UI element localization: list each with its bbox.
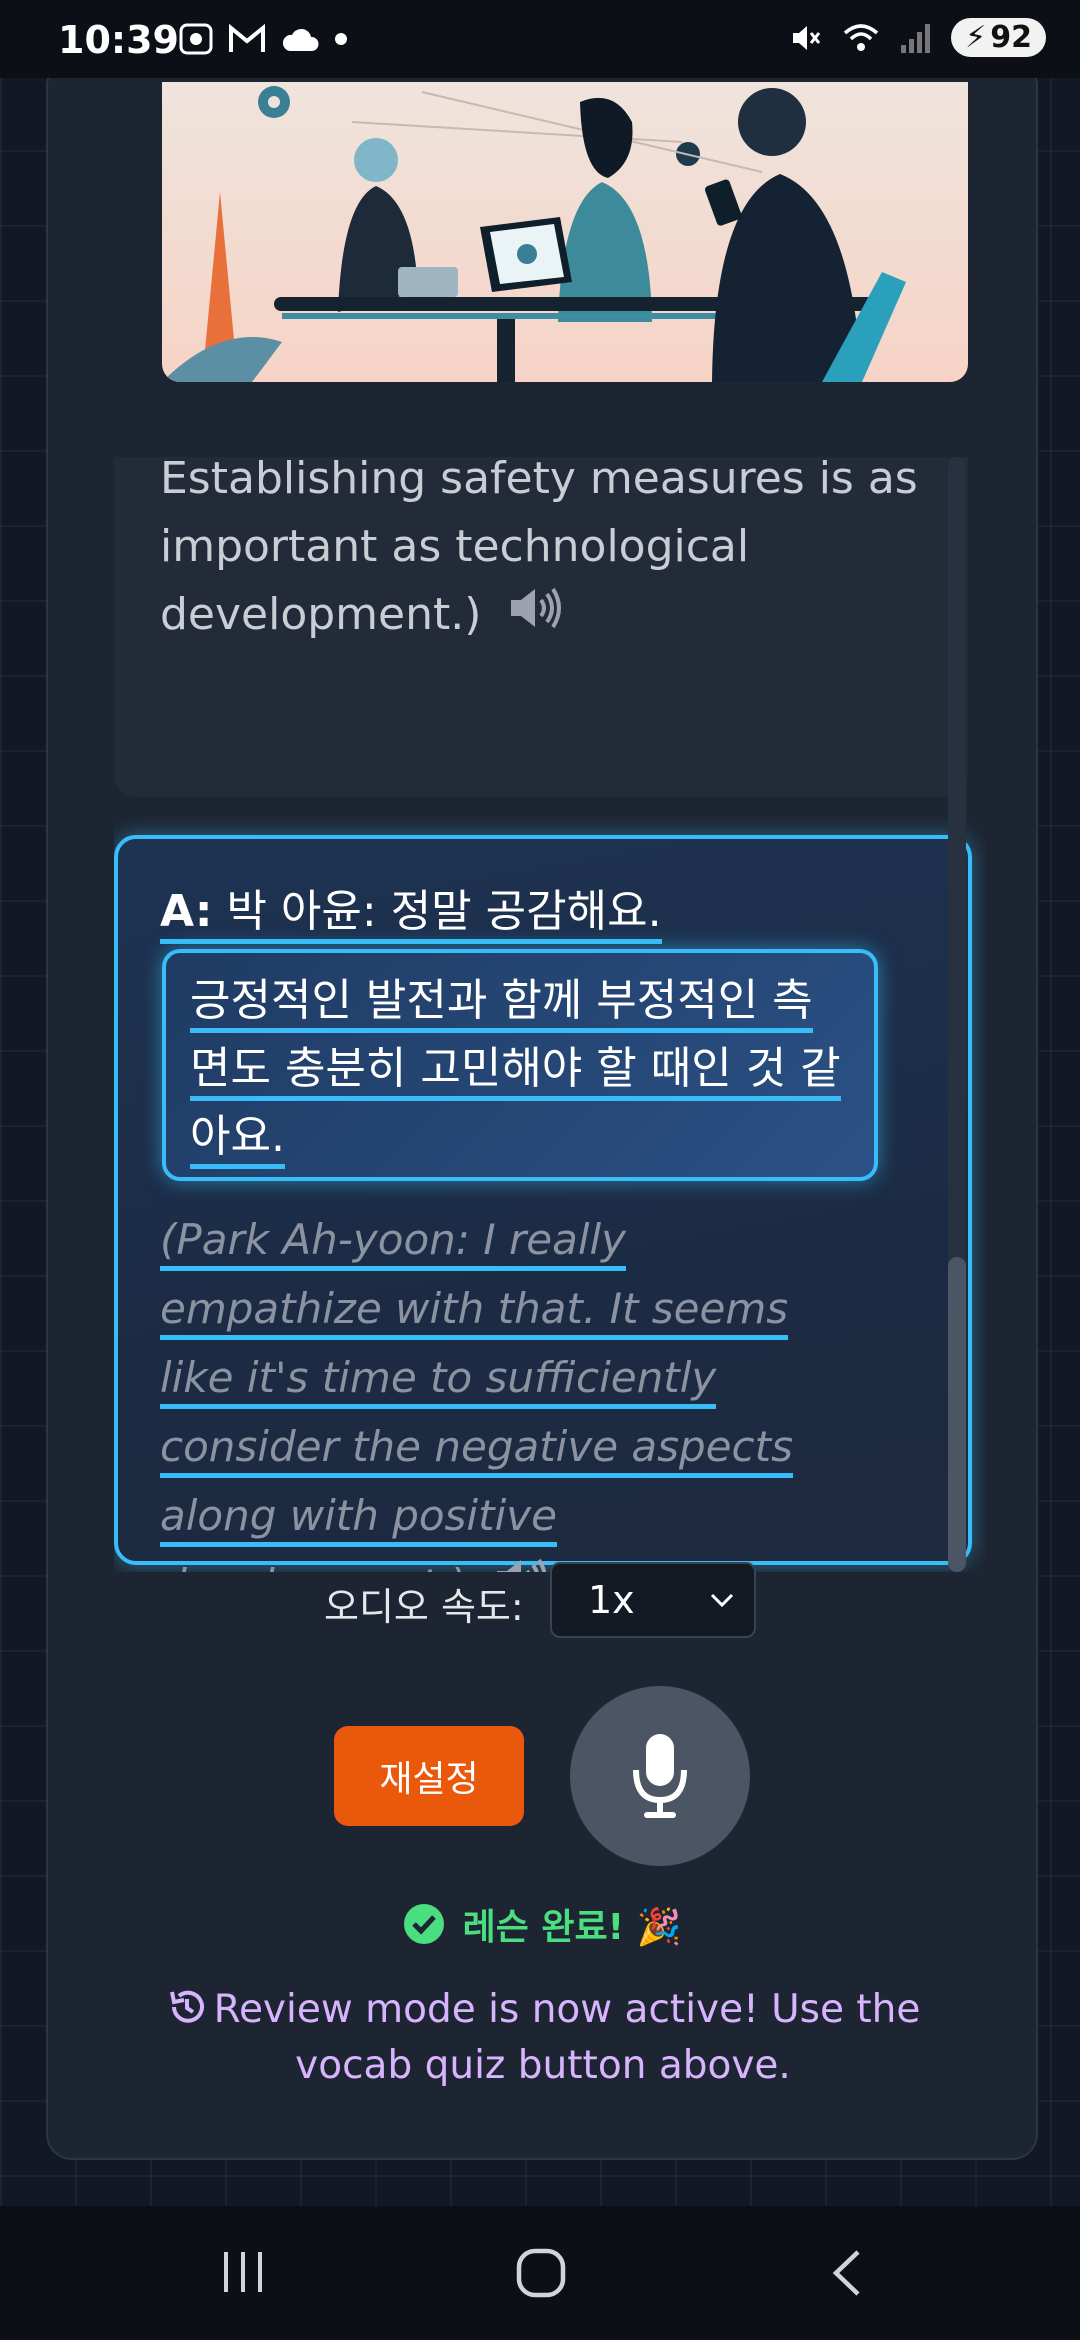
chevron-down-icon bbox=[710, 1593, 734, 1608]
speaker-prefix: A: bbox=[160, 886, 213, 937]
lesson-complete-text: 레슨 완료! 🎉 bbox=[462, 1907, 682, 1948]
wifi-icon bbox=[844, 23, 879, 51]
conversation-area[interactable]: minimize such risks seem urgent. Establi… bbox=[114, 457, 986, 1572]
battery-level: 92 bbox=[990, 20, 1032, 55]
signal-icon bbox=[901, 23, 931, 53]
gmail-icon bbox=[229, 24, 265, 52]
audio-speed-row: 오디오 속도: 1x bbox=[48, 1562, 1036, 1642]
reset-button[interactable]: 재설정 bbox=[334, 1726, 524, 1826]
active-message-bubble: A: 박 아윤: 정말 공감해요. 긍정적인 발전과 함께 부정적인 측면도 충… bbox=[114, 835, 972, 1572]
screenshot-icon bbox=[179, 23, 213, 55]
scrollbar-thumb[interactable] bbox=[948, 1257, 966, 1572]
review-mode-text: Review mode is now active! Use the vocab… bbox=[213, 1987, 921, 2088]
back-icon[interactable] bbox=[822, 2246, 872, 2300]
dot-icon bbox=[335, 33, 347, 45]
speaker-line: A: 박 아윤: 정말 공감해요. bbox=[160, 875, 662, 944]
status-time: 10:39 bbox=[58, 18, 179, 62]
mute-icon bbox=[793, 25, 821, 50]
previous-message-bubble: minimize such risks seem urgent. Establi… bbox=[114, 457, 968, 797]
status-bar: 10:39 ⚡ 92 bbox=[0, 0, 1080, 78]
microphone-button[interactable] bbox=[570, 1686, 750, 1866]
home-icon[interactable] bbox=[514, 2246, 568, 2300]
speaker-icon[interactable] bbox=[507, 583, 565, 651]
translation-text: (Park Ah-yoon: I really empathize with t… bbox=[160, 1215, 793, 1572]
cloud-icon bbox=[282, 28, 319, 51]
speaker-name[interactable]: 박 아윤: 정말 공감해요. bbox=[226, 886, 661, 937]
status-right-icons: ⚡ 92 bbox=[789, 18, 1046, 57]
audio-speed-label: 오디오 속도: bbox=[324, 1585, 524, 1629]
status-left-icons bbox=[178, 22, 348, 56]
review-mode-message: Review mode is now active! Use the vocab… bbox=[108, 1982, 978, 2094]
audio-speed-select[interactable]: 1x bbox=[550, 1562, 756, 1638]
scrollbar[interactable] bbox=[948, 457, 966, 1572]
english-translation: (Park Ah-yoon: I really empathize with t… bbox=[160, 1205, 860, 1572]
battery-icon: ⚡ 92 bbox=[951, 18, 1046, 57]
microphone-icon bbox=[633, 1734, 687, 1818]
highlighted-korean-sentence[interactable]: 긍정적인 발전과 함께 부정적인 측면도 충분히 고민해야 할 때인 것 같아요… bbox=[162, 949, 878, 1181]
lesson-complete-status: 레슨 완료! 🎉 bbox=[48, 1898, 1036, 1950]
audio-speed-value: 1x bbox=[588, 1578, 635, 1622]
previous-message-translation: minimize such risks seem urgent. Establi… bbox=[160, 457, 920, 651]
recent-apps-icon[interactable] bbox=[218, 2246, 268, 2296]
history-icon bbox=[169, 1990, 204, 2023]
navigation-bar bbox=[0, 2206, 1080, 2340]
people-at-table-illustration bbox=[162, 82, 968, 382]
check-circle-icon bbox=[403, 1904, 444, 1944]
korean-text[interactable]: 긍정적인 발전과 함께 부정적인 측면도 충분히 고민해야 할 때인 것 같아요… bbox=[190, 975, 841, 1169]
lesson-card: minimize such risks seem urgent. Establi… bbox=[46, 60, 1038, 2160]
